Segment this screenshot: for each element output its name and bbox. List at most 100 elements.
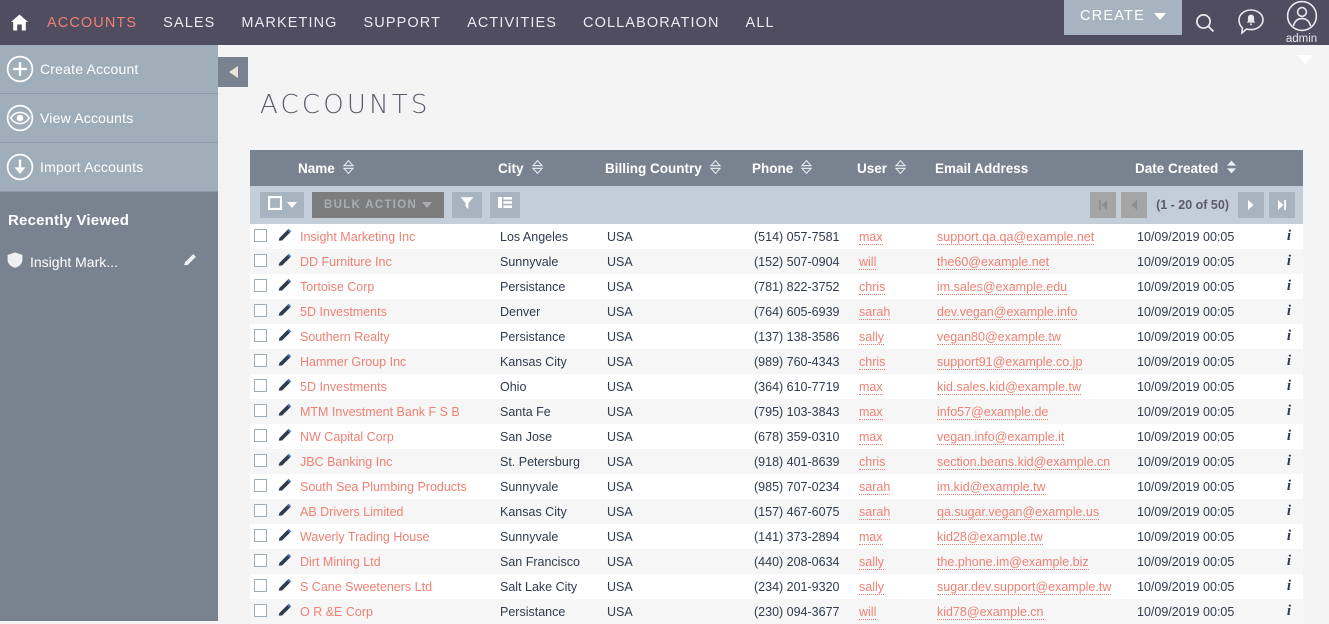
account-name-link[interactable]: Insight Marketing Inc (300, 230, 415, 244)
user-link[interactable]: max (859, 429, 883, 445)
email-link[interactable]: the60@example.net (937, 254, 1050, 270)
user-link[interactable]: sally (859, 579, 885, 595)
account-name-link[interactable]: Waverly Trading House (300, 530, 429, 544)
table-row[interactable]: South Sea Plumbing Products Sunnyvale USA (… (250, 474, 1303, 499)
table-row[interactable]: AB Drivers Limited Kansas City USA (157) 46… (250, 499, 1303, 524)
table-row[interactable]: 5D Investments Denver USA (764) 605-6939 sar… (250, 299, 1303, 324)
email-link[interactable]: kid78@example.cn (937, 604, 1044, 620)
email-link[interactable]: dev.vegan@example.info (937, 304, 1078, 320)
table-row[interactable]: S Cane Sweeteners Ltd Salt Lake City USA (2… (250, 574, 1303, 599)
info-icon[interactable]: i (1287, 278, 1291, 294)
row-checkbox[interactable] (253, 478, 267, 492)
email-link[interactable]: support.qa.qa@example.net (937, 229, 1095, 245)
table-row[interactable]: 5D Investments Ohio USA (364) 610-7719 max ki… (250, 374, 1303, 399)
account-name-link[interactable]: JBC Banking Inc (300, 455, 392, 469)
table-row[interactable]: NW Capital Corp San Jose USA (678) 359-0310… (250, 424, 1303, 449)
account-name-link[interactable]: South Sea Plumbing Products (300, 480, 467, 494)
pencil-icon[interactable] (277, 603, 292, 621)
row-checkbox[interactable] (253, 253, 267, 267)
search-icon[interactable] (1182, 0, 1228, 45)
account-name-link[interactable]: DD Furniture Inc (300, 255, 392, 269)
email-link[interactable]: kid28@example.tw (937, 529, 1043, 545)
email-link[interactable]: im.sales@example.edu (937, 279, 1068, 295)
user-link[interactable]: max (859, 404, 883, 420)
table-row[interactable]: O R &E Corp Persistance USA (230) 094-3677 w… (250, 599, 1303, 624)
user-link[interactable]: chris (859, 354, 886, 370)
table-row[interactable]: Hammer Group Inc Kansas City USA (989) 760-… (250, 349, 1303, 374)
table-row[interactable]: Dirt Mining Ltd San Francisco USA (440) 208… (250, 549, 1303, 574)
row-checkbox[interactable] (253, 428, 267, 442)
sidebar-item-import-accounts[interactable]: Import Accounts (0, 143, 218, 192)
pencil-icon[interactable] (277, 528, 292, 546)
account-name-link[interactable]: Dirt Mining Ltd (300, 555, 381, 569)
filter-button[interactable] (452, 192, 483, 218)
row-checkbox[interactable] (253, 578, 267, 592)
info-icon[interactable]: i (1287, 453, 1291, 469)
user-link[interactable]: will (859, 604, 877, 620)
pencil-icon[interactable] (277, 278, 292, 296)
email-link[interactable]: vegan80@example.tw (937, 329, 1061, 345)
account-name-link[interactable]: Southern Realty (300, 330, 390, 344)
info-icon[interactable]: i (1287, 378, 1291, 394)
bulk-action-button[interactable]: BULK ACTION (312, 192, 445, 218)
user-link[interactable]: will (859, 254, 877, 270)
info-icon[interactable]: i (1287, 578, 1291, 594)
row-checkbox[interactable] (253, 453, 267, 467)
info-icon[interactable]: i (1287, 503, 1291, 519)
row-checkbox[interactable] (253, 603, 267, 617)
user-link[interactable]: max (859, 529, 883, 545)
info-icon[interactable]: i (1287, 428, 1291, 444)
info-icon[interactable]: i (1287, 603, 1291, 619)
user-link[interactable]: max (859, 229, 883, 245)
info-icon[interactable]: i (1287, 353, 1291, 369)
user-link[interactable]: chris (859, 279, 886, 295)
email-link[interactable]: the.phone.im@example.biz (937, 554, 1089, 570)
account-name-link[interactable]: AB Drivers Limited (300, 505, 404, 519)
pencil-icon[interactable] (277, 378, 292, 396)
recent-item-insight-marketing[interactable]: Insight Mark... (0, 243, 218, 281)
info-icon[interactable]: i (1287, 553, 1291, 569)
row-checkbox[interactable] (253, 503, 267, 517)
row-checkbox[interactable] (253, 228, 267, 242)
pagination-last-button[interactable] (1269, 192, 1295, 218)
table-row[interactable]: DD Furniture Inc Sunnyvale USA (152) 507-09… (250, 249, 1303, 274)
account-name-link[interactable]: NW Capital Corp (300, 430, 394, 444)
header-name[interactable]: Name (298, 150, 498, 186)
account-name-link[interactable]: Tortoise Corp (300, 280, 374, 294)
info-icon[interactable]: i (1287, 253, 1291, 269)
row-checkbox[interactable] (253, 378, 267, 392)
pencil-icon[interactable] (277, 403, 292, 421)
pencil-icon[interactable] (277, 428, 292, 446)
pencil-icon[interactable] (277, 328, 292, 346)
account-name-link[interactable]: MTM Investment Bank F S B (300, 405, 460, 419)
email-link[interactable]: sugar.dev.support@example.tw (937, 579, 1112, 595)
user-link[interactable]: chris (859, 454, 886, 470)
user-link[interactable]: sally (859, 329, 885, 345)
account-name-link[interactable]: O R &E Corp (300, 605, 373, 619)
user-link[interactable]: sarah (859, 304, 891, 320)
row-checkbox[interactable] (253, 553, 267, 567)
info-icon[interactable]: i (1287, 328, 1291, 344)
account-name-link[interactable]: 5D Investments (300, 305, 387, 319)
user-link[interactable]: max (859, 379, 883, 395)
pencil-icon[interactable] (277, 303, 292, 321)
row-checkbox[interactable] (253, 528, 267, 542)
row-checkbox[interactable] (253, 403, 267, 417)
header-email-address[interactable]: Email Address (935, 150, 1135, 186)
pagination-next-button[interactable] (1238, 192, 1264, 218)
pencil-icon[interactable] (277, 478, 292, 496)
table-row[interactable]: JBC Banking Inc St. Petersburg USA (918) 40… (250, 449, 1303, 474)
pencil-icon[interactable] (277, 253, 292, 271)
table-row[interactable]: Tortoise Corp Persistance USA (781) 822-375… (250, 274, 1303, 299)
row-checkbox[interactable] (253, 278, 267, 292)
pencil-icon[interactable] (277, 453, 292, 471)
nav-item-marketing[interactable]: MARKETING (228, 15, 350, 31)
header-user[interactable]: User (857, 150, 935, 186)
table-row[interactable]: MTM Investment Bank F S B Santa Fe USA (795… (250, 399, 1303, 424)
row-checkbox[interactable] (253, 303, 267, 317)
info-icon[interactable]: i (1287, 528, 1291, 544)
nav-item-support[interactable]: SUPPORT (351, 15, 455, 31)
email-link[interactable]: section.beans.kid@example.cn (937, 454, 1111, 470)
info-icon[interactable]: i (1287, 228, 1291, 244)
pencil-icon[interactable] (277, 503, 292, 521)
